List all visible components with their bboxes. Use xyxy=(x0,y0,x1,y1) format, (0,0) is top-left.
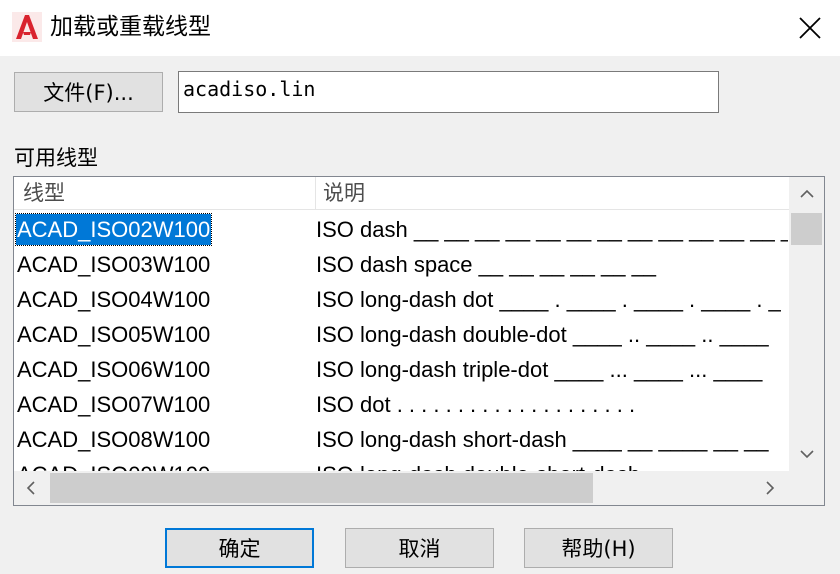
linetype-name: ACAD_ISO08W100 xyxy=(17,427,211,452)
table-row[interactable]: ACAD_ISO08W100 ISO long-dash short-dash … xyxy=(14,422,789,457)
linetype-name: ACAD_ISO06W100 xyxy=(17,357,211,382)
linetype-description: ISO dot . . . . . . . . . . . . . . . . … xyxy=(316,392,636,417)
title-bar: 加载或重载线型 xyxy=(0,0,840,56)
column-separator[interactable] xyxy=(315,177,316,209)
horizontal-scroll-thumb[interactable] xyxy=(50,473,593,503)
chevron-right-icon xyxy=(766,481,775,495)
list-rows: ACAD_ISO02W100 ISO dash __ __ __ __ __ _… xyxy=(14,212,789,471)
linetype-description: ISO long-dash short-dash ____ __ ____ __… xyxy=(316,427,769,452)
linetype-name: ACAD_ISO07W100 xyxy=(17,392,211,417)
file-button[interactable]: 文件(F)... xyxy=(14,72,163,112)
linetype-name: ACAD_ISO05W100 xyxy=(17,322,211,347)
linetype-description: ISO long-dash double-short-dash xyxy=(316,459,788,471)
table-row[interactable]: ACAD_ISO05W100 ISO long-dash double-dot … xyxy=(14,317,789,352)
linetype-name: ACAD_ISO09W100 xyxy=(16,459,211,471)
cancel-button[interactable]: 取消 xyxy=(345,528,494,568)
scroll-left-button[interactable] xyxy=(14,471,48,505)
table-row[interactable]: ACAD_ISO02W100 ISO dash __ __ __ __ __ _… xyxy=(14,212,789,247)
scroll-down-button[interactable] xyxy=(789,437,824,471)
linetype-name: ACAD_ISO02W100 xyxy=(14,213,213,246)
list-header: 线型 说明 xyxy=(14,177,789,210)
linetype-description: ISO dash __ __ __ __ __ __ __ __ __ __ _… xyxy=(316,217,788,242)
vertical-scroll-thumb[interactable] xyxy=(791,213,822,245)
linetype-description: ISO long-dash dot ____ . ____ . ____ . _… xyxy=(316,287,781,312)
available-linetypes-label: 可用线型 xyxy=(14,146,98,170)
chevron-down-icon xyxy=(799,450,814,459)
linetype-description: ISO dash space __ __ __ __ __ __ xyxy=(316,252,657,277)
scrollbar-corner xyxy=(789,471,824,505)
autocad-a-icon xyxy=(12,12,42,42)
dialog-title: 加载或重载线型 xyxy=(50,14,211,40)
ok-button[interactable]: 确定 xyxy=(165,528,314,568)
table-row[interactable]: ACAD_ISO03W100 ISO dash space __ __ __ _… xyxy=(14,247,789,282)
close-x-icon xyxy=(799,17,821,39)
linetype-list[interactable]: 线型 说明 ACAD_ISO02W100 ISO dash __ __ __ _… xyxy=(13,176,825,506)
linetype-name: ACAD_ISO03W100 xyxy=(17,252,211,277)
vertical-scrollbar[interactable] xyxy=(789,177,824,471)
chevron-up-icon xyxy=(799,189,814,198)
linetype-description: ISO long-dash triple-dot ____ ... ____ .… xyxy=(316,357,763,382)
table-row[interactable]: ACAD_ISO04W100 ISO long-dash dot ____ . … xyxy=(14,282,789,317)
file-name-field[interactable]: acadiso.lin xyxy=(178,71,719,113)
scroll-up-button[interactable] xyxy=(789,177,824,211)
chevron-left-icon xyxy=(26,481,35,495)
horizontal-scrollbar[interactable] xyxy=(14,471,789,505)
table-row[interactable]: ACAD_ISO07W100 ISO dot . . . . . . . . .… xyxy=(14,387,789,422)
table-row[interactable]: ACAD_ISO06W100 ISO long-dash triple-dot … xyxy=(14,352,789,387)
column-header-linetype[interactable]: 线型 xyxy=(23,177,65,209)
help-button[interactable]: 帮助(H) xyxy=(524,528,673,568)
linetype-description: ISO long-dash double-dot ____ .. ____ ..… xyxy=(316,322,769,347)
scroll-right-button[interactable] xyxy=(753,471,787,505)
column-header-description[interactable]: 说明 xyxy=(323,177,365,209)
table-row[interactable]: ACAD_ISO09W100 ISO long-dash double-shor… xyxy=(14,457,789,471)
close-button[interactable] xyxy=(786,6,834,50)
linetype-name: ACAD_ISO04W100 xyxy=(17,287,211,312)
